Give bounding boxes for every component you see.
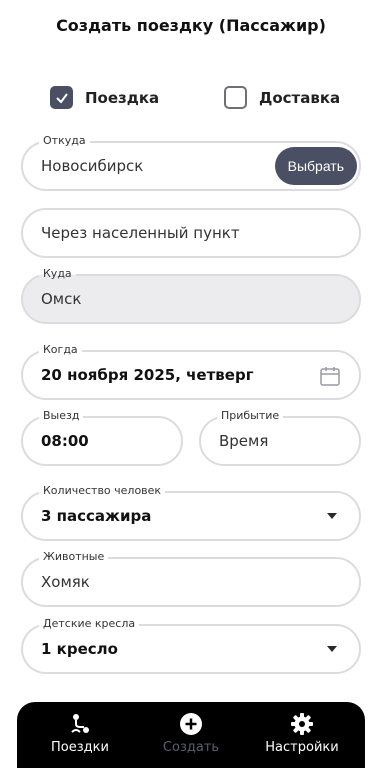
people-label: Количество человек: [39, 484, 166, 498]
nav-label-create: Создать: [162, 740, 220, 755]
trip-option[interactable]: Поездка: [50, 86, 159, 109]
page-title: Создать поездку (Пассажир): [56, 16, 326, 35]
from-label: Откуда: [39, 134, 90, 148]
departure-value: 08:00: [41, 432, 89, 450]
bottom-nav: Поездки Создать Настройки: [17, 702, 365, 768]
people-value: 3 пассажира: [41, 507, 152, 525]
to-value: Омск: [41, 290, 82, 308]
date-value: 20 ноября 2025, четверг: [41, 366, 254, 384]
to-label: Куда: [39, 267, 76, 281]
delivery-option-label: Доставка: [259, 88, 341, 107]
delivery-option[interactable]: Доставка: [224, 86, 340, 109]
from-value: Новосибирск: [41, 157, 144, 175]
pets-field[interactable]: Животные Хомяк: [21, 550, 361, 607]
pets-label: Животные: [39, 550, 109, 564]
to-field[interactable]: Куда Омск: [21, 267, 361, 324]
via-field[interactable]: Через населенный пункт: [21, 208, 361, 258]
arrival-label: Прибытие: [217, 409, 284, 423]
via-placeholder: Через населенный пункт: [41, 224, 240, 242]
arrival-field[interactable]: Прибытие Время: [199, 409, 361, 466]
nav-item-create[interactable]: Создать: [136, 712, 246, 755]
trip-option-label: Поездка: [85, 88, 160, 107]
child-seats-select[interactable]: Детские кресла 1 кресло: [21, 617, 361, 674]
nav-label-trips: Поездки: [51, 740, 109, 755]
departure-field[interactable]: Выезд 08:00: [21, 409, 183, 466]
choose-button[interactable]: Выбрать: [274, 147, 357, 185]
plus-circle-icon: [180, 713, 202, 735]
pets-value: Хомяк: [41, 573, 90, 591]
child-seats-label: Детские кресла: [39, 617, 140, 631]
arrival-placeholder: Время: [219, 432, 269, 450]
nav-label-settings: Настройки: [265, 740, 339, 755]
check-icon: [55, 92, 68, 104]
people-select[interactable]: Количество человек 3 пассажира: [21, 484, 361, 541]
trip-checkbox[interactable]: [50, 86, 73, 109]
route-icon: [71, 714, 89, 733]
gear-icon: [291, 713, 313, 735]
date-label: Когда: [39, 343, 82, 357]
trip-type-selector: Поездка Доставка: [50, 86, 340, 110]
date-field[interactable]: Когда 20 ноября 2025, четверг: [21, 343, 361, 400]
delivery-checkbox[interactable]: [224, 86, 247, 109]
from-field[interactable]: Откуда Новосибирск Выбрать: [21, 134, 361, 191]
nav-item-trips[interactable]: Поездки: [25, 712, 135, 755]
chevron-down-icon[interactable]: [327, 513, 337, 519]
departure-label: Выезд: [39, 409, 84, 423]
child-seats-value: 1 кресло: [41, 640, 118, 658]
chevron-down-icon[interactable]: [327, 646, 337, 652]
calendar-icon[interactable]: [319, 365, 341, 387]
nav-item-settings[interactable]: Настройки: [247, 712, 357, 755]
